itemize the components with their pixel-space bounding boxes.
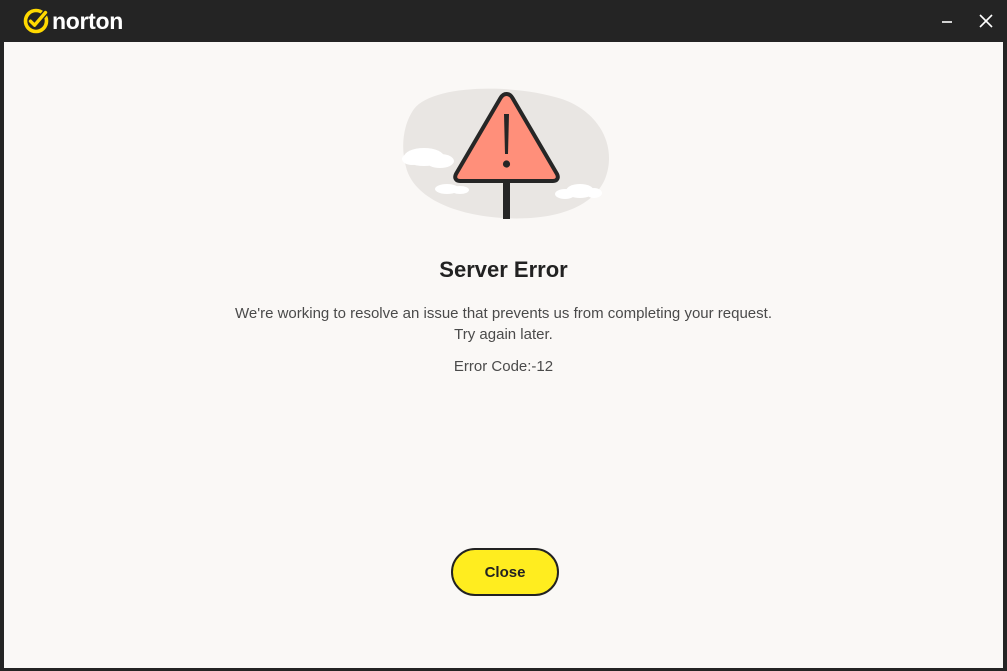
norton-logo-icon — [23, 8, 49, 34]
close-button[interactable]: Close — [451, 548, 559, 596]
error-message: We're working to resolve an issue that p… — [4, 303, 1003, 345]
error-title: Server Error — [439, 257, 568, 282]
error-message-line2: Try again later. — [454, 326, 553, 343]
exclamation-dot — [502, 160, 511, 168]
close-icon — [979, 14, 993, 28]
minimize-icon — [942, 21, 952, 23]
window-close-button[interactable] — [966, 0, 1006, 42]
norton-brand: norton — [23, 8, 123, 34]
minimize-button[interactable] — [927, 0, 967, 42]
error-dialog: Server Error We're working to resolve an… — [4, 42, 1003, 668]
error-code: Error Code:-12 — [453, 358, 554, 375]
title-bar: norton — [0, 0, 1007, 42]
error-message-line1: We're working to resolve an issue that p… — [234, 305, 772, 322]
warning-sign-illustration — [402, 88, 610, 219]
brand-name: norton — [52, 8, 124, 34]
